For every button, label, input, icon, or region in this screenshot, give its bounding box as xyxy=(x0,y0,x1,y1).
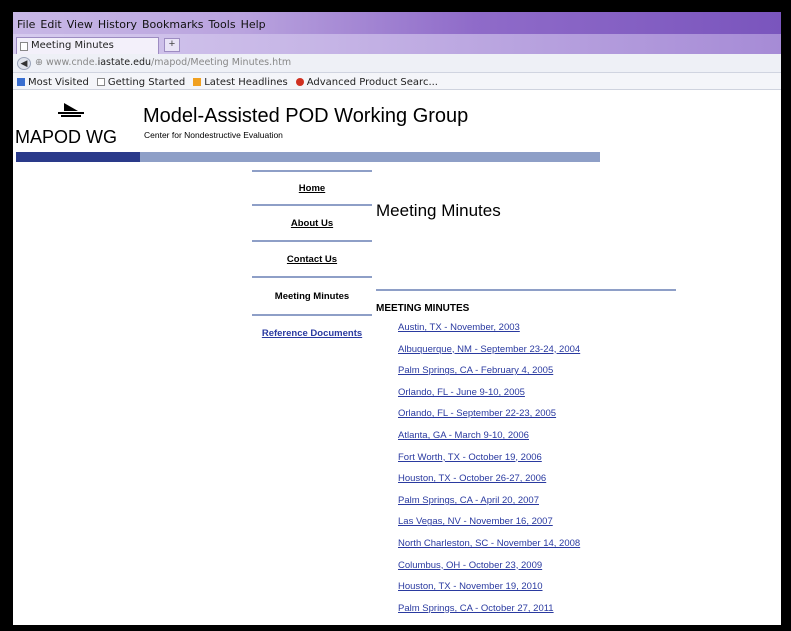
site-subtitle: Center for Nondestructive Evaluation xyxy=(144,130,283,140)
menu-history[interactable]: History xyxy=(98,18,137,31)
minutes-link[interactable]: Palm Springs, CA - October 27, 2011 xyxy=(398,603,554,614)
page-title: Meeting Minutes xyxy=(376,201,501,220)
list-item: Palm Springs, CA - April 20, 2007 xyxy=(398,495,580,517)
bookmark-latest-headlines[interactable]: Latest Headlines xyxy=(193,75,288,89)
bookmark-label: Most Visited xyxy=(28,76,89,88)
header-band-dark xyxy=(16,152,140,162)
minutes-link[interactable]: Houston, TX - November 19, 2010 xyxy=(398,581,543,592)
globe-icon: ⊕ xyxy=(35,57,46,68)
bookmark-star-icon xyxy=(17,78,25,86)
menu-tools[interactable]: Tools xyxy=(208,18,235,31)
nav-link-about[interactable]: About Us xyxy=(291,218,333,229)
menu-view[interactable]: View xyxy=(67,18,93,31)
rss-icon xyxy=(193,78,202,86)
menu-bookmarks[interactable]: Bookmarks xyxy=(142,18,203,31)
header-band-light xyxy=(140,152,600,162)
list-item: Houston, TX - November 19, 2010 xyxy=(398,581,580,603)
search-icon xyxy=(295,78,304,86)
menu-edit[interactable]: Edit xyxy=(40,18,61,31)
bookmarks-bar: Most Visited Getting Started Latest Head… xyxy=(13,73,781,90)
list-item: Fort Worth, TX - October 19, 2006 xyxy=(398,452,580,474)
minutes-link[interactable]: Houston, TX - October 26-27, 2006 xyxy=(398,473,546,484)
nav-item-reference: Reference Documents xyxy=(252,314,372,350)
minutes-link[interactable]: Atlanta, GA - March 9-10, 2006 xyxy=(398,430,529,441)
minutes-link[interactable]: Fort Worth, TX - October 19, 2006 xyxy=(398,452,542,463)
bookmark-getting-started[interactable]: Getting Started xyxy=(96,75,186,89)
minutes-link[interactable]: Austin, TX - November, 2003 xyxy=(398,322,520,333)
minutes-link[interactable]: North Charleston, SC - November 14, 2008 xyxy=(398,538,580,549)
page-icon xyxy=(96,78,105,86)
url-prefix: www.cnde. xyxy=(45,57,98,68)
nav-link-home[interactable]: Home xyxy=(299,183,325,194)
minutes-list: Austin, TX - November, 2003 Albuquerque,… xyxy=(398,322,580,624)
tab-title: Meeting Minutes xyxy=(31,40,114,51)
nav-item-about: About Us xyxy=(252,206,372,242)
nav-item-home: Home xyxy=(252,170,372,206)
menu-bar: File Edit View History Bookmarks Tools H… xyxy=(13,12,781,34)
list-item: Atlanta, GA - March 9-10, 2006 xyxy=(398,430,580,452)
minutes-link[interactable]: Columbus, OH - October 23, 2009 xyxy=(398,560,542,571)
list-item: Palm Springs, CA - February 4, 2005 xyxy=(398,365,580,387)
new-tab-button[interactable]: + xyxy=(164,38,180,52)
list-item: Palm Springs, CA - October 27, 2011 xyxy=(398,603,580,625)
bookmark-most-visited[interactable]: Most Visited xyxy=(17,75,89,89)
back-button[interactable]: ◀ xyxy=(17,57,31,70)
menu-help[interactable]: Help xyxy=(241,18,266,31)
list-item: Las Vegas, NV - November 16, 2007 xyxy=(398,516,580,538)
bookmark-label: Latest Headlines xyxy=(204,76,288,88)
minutes-link[interactable]: Orlando, FL - September 22-23, 2005 xyxy=(398,408,556,419)
bookmark-advanced-product-search[interactable]: Advanced Product Searc... xyxy=(295,75,438,89)
menu-file[interactable]: File xyxy=(17,18,35,31)
side-navigation: Home About Us Contact Us Meeting Minutes… xyxy=(252,170,372,350)
minutes-link[interactable]: Albuquerque, NM - September 23-24, 2004 xyxy=(398,344,580,355)
browser-window: File Edit View History Bookmarks Tools H… xyxy=(13,12,781,625)
site-brand: MAPOD WG xyxy=(15,127,117,147)
list-item: Austin, TX - November, 2003 xyxy=(398,322,580,344)
page-icon xyxy=(20,42,28,51)
tab-bar: Meeting Minutes + xyxy=(13,34,781,54)
minutes-link[interactable]: Orlando, FL - June 9-10, 2005 xyxy=(398,387,525,398)
url-bar[interactable]: ⊕ www.cnde.iastate.edu/mapod/Meeting Min… xyxy=(35,57,291,68)
mapod-logo-icon xyxy=(58,103,84,117)
list-item: Orlando, FL - September 22-23, 2005 xyxy=(398,408,580,430)
section-heading: MEETING MINUTES xyxy=(376,303,470,314)
list-item: Columbus, OH - October 23, 2009 xyxy=(398,560,580,582)
url-domain: iastate.edu xyxy=(97,57,152,68)
tab-meeting-minutes[interactable]: Meeting Minutes xyxy=(16,37,159,54)
list-item: Houston, TX - October 26-27, 2006 xyxy=(398,473,580,495)
minutes-link[interactable]: Palm Springs, CA - February 4, 2005 xyxy=(398,365,553,376)
minutes-link[interactable]: Palm Springs, CA - April 20, 2007 xyxy=(398,495,539,506)
divider xyxy=(376,289,676,291)
nav-item-current: Meeting Minutes xyxy=(274,290,350,302)
list-item: Orlando, FL - June 9-10, 2005 xyxy=(398,387,580,409)
nav-link-contact[interactable]: Contact Us xyxy=(287,254,337,265)
web-page: MAPOD WG Model-Assisted POD Working Grou… xyxy=(13,90,781,625)
navigation-bar: ◀ ⊕ www.cnde.iastate.edu/mapod/Meeting M… xyxy=(13,54,781,73)
bookmark-label: Getting Started xyxy=(107,76,186,88)
minutes-link[interactable]: Las Vegas, NV - November 16, 2007 xyxy=(398,516,553,527)
bookmark-label: Advanced Product Searc... xyxy=(306,76,438,88)
list-item: Albuquerque, NM - September 23-24, 2004 xyxy=(398,344,580,366)
back-arrow-icon: ◀ xyxy=(20,58,28,68)
nav-item-contact: Contact Us xyxy=(252,242,372,278)
site-title: Model-Assisted POD Working Group xyxy=(143,105,469,127)
nav-link-reference-documents[interactable]: Reference Documents xyxy=(262,328,362,339)
url-path: /mapod/Meeting Minutes.htm xyxy=(151,57,292,68)
list-item: North Charleston, SC - November 14, 2008 xyxy=(398,538,580,560)
